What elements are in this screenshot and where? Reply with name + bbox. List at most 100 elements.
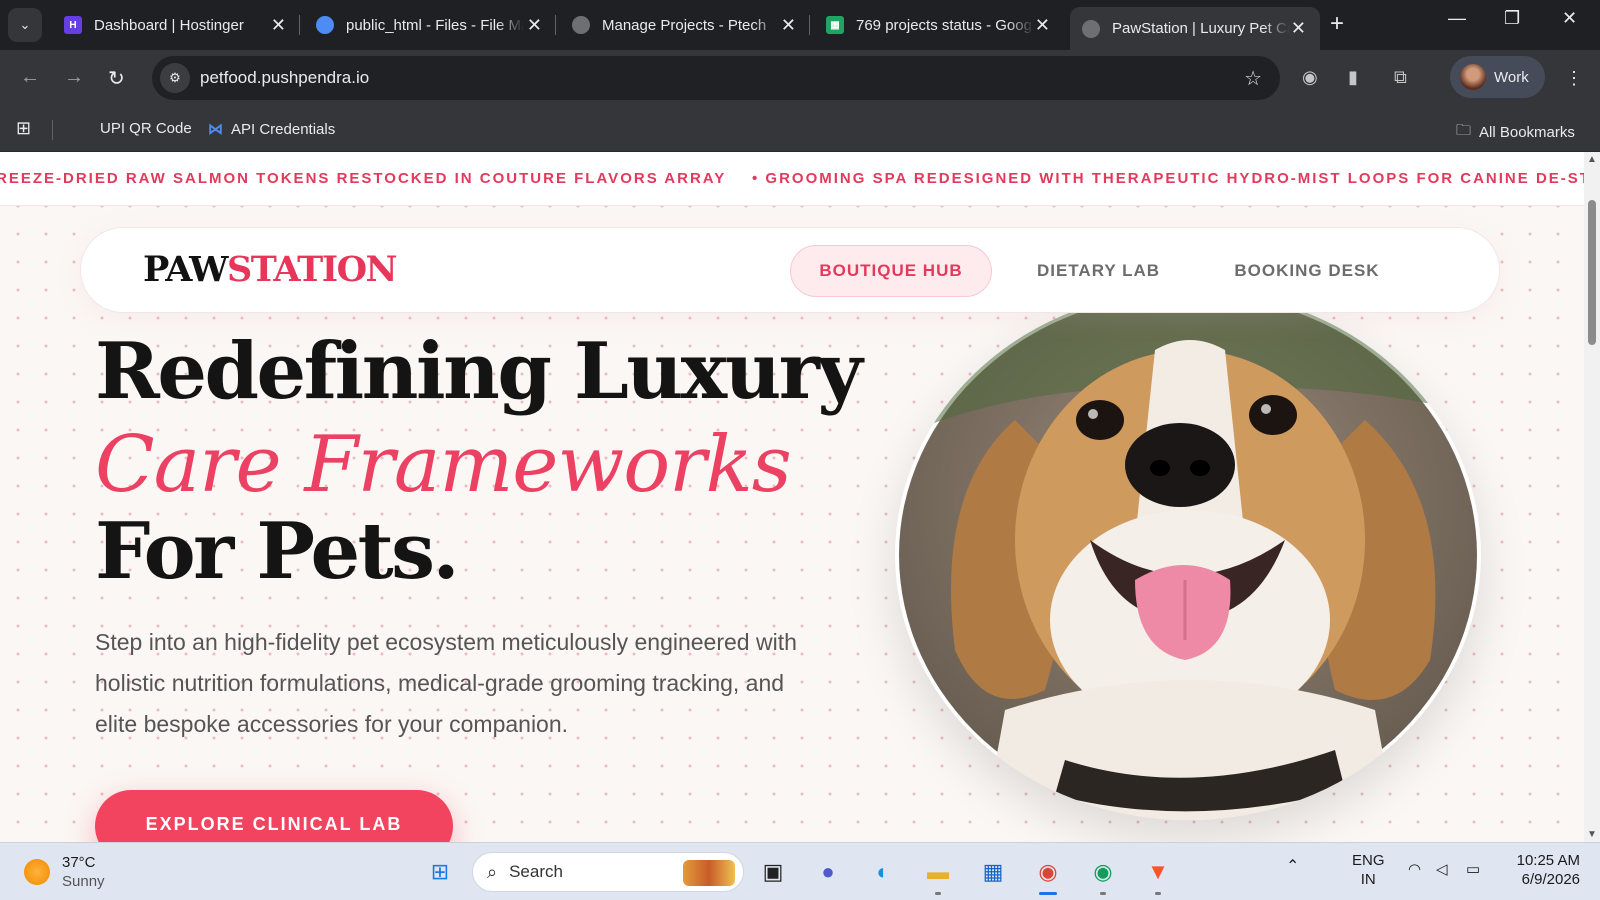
browser-toolbar: ← → ↻ ⚙ petfood.pushpendra.io ☆ ◉ ▮ ⧉ Wo… (0, 50, 1600, 108)
time-text: 10:25 AM (1516, 852, 1580, 869)
nav-dietary-lab[interactable]: DIETARY LAB (1011, 245, 1186, 297)
task-view-icon[interactable]: ▣ (756, 855, 790, 889)
close-window-icon[interactable]: ✕ (1562, 8, 1577, 29)
teams-icon[interactable]: ● (811, 855, 845, 889)
hero-description: Step into an high-fidelity pet ecosystem… (95, 629, 797, 737)
windows-taskbar: 37°C Sunny ⊞ ⌕ Search ▣ ● ◐ ▬ ▦ ◉ ◉ ▼ ⌃ … (0, 842, 1600, 900)
tab-hostinger[interactable]: H Dashboard | Hostinger ✕ (52, 8, 300, 42)
divider (52, 120, 53, 140)
news-ticker: REEZE-DRIED RAW SALMON TOKENS RESTOCKED … (0, 152, 1584, 206)
bookmark-upi-qr[interactable]: UPI QR Code (100, 120, 192, 137)
language-indicator[interactable]: ENG IN (1352, 851, 1385, 889)
api-icon: ⋈ (208, 121, 223, 138)
volume-icon[interactable]: ◁ (1436, 860, 1448, 879)
page-scrollbar[interactable]: ▲ ▼ (1584, 152, 1600, 842)
bookmark-label: UPI QR Code (100, 120, 192, 137)
logo-part-paw: PAW (143, 249, 229, 290)
tab-manage-projects[interactable]: Manage Projects - Ptech ✕ (560, 8, 810, 42)
extension-clipboard-icon[interactable]: ▮ (1348, 67, 1358, 88)
chrome-profile-icon[interactable]: ◉ (1086, 855, 1120, 895)
weather-widget[interactable]: 37°C Sunny (24, 853, 105, 891)
tab-pawstation[interactable]: PawStation | Luxury Pet Care ✕ (1070, 7, 1320, 50)
site-header: PAWSTATION BOUTIQUE HUB DIETARY LAB BOOK… (80, 227, 1500, 313)
bookmark-star-icon[interactable]: ☆ (1244, 66, 1262, 91)
wifi-icon[interactable]: ◠ (1408, 860, 1421, 879)
bookmark-label: API Credentials (231, 120, 336, 138)
hostinger-icon: H (64, 16, 82, 34)
tab-google-sheets[interactable]: ▦ 769 projects status - Google Sheets ✕ (814, 8, 1064, 42)
close-icon[interactable]: ✕ (527, 15, 542, 36)
nav-booking-desk[interactable]: BOOKING DESK (1211, 245, 1403, 297)
ticker-item: • GROOMING SPA REDESIGNED WITH THERAPEUT… (752, 170, 1584, 187)
web-page: REEZE-DRIED RAW SALMON TOKENS RESTOCKED … (0, 152, 1584, 842)
chrome-icon[interactable]: ◉ (1031, 855, 1065, 895)
taskbar-search[interactable]: ⌕ Search (472, 852, 744, 892)
hero-heading-line1: Redefining Luxury (95, 326, 863, 417)
tab-title: PawStation | Luxury Pet Care (1112, 20, 1290, 37)
tab-strip: ⌄ H Dashboard | Hostinger ✕ public_html … (0, 0, 1600, 50)
battery-icon[interactable]: ▭ (1466, 860, 1480, 879)
tab-file-manager[interactable]: public_html - Files - File Manager ✕ (304, 8, 556, 42)
clock[interactable]: 10:25 AM 6/9/2026 (1510, 851, 1580, 889)
avatar (1460, 64, 1486, 90)
nav-boutique-hub[interactable]: BOUTIQUE HUB (790, 245, 992, 297)
tab-title: 769 projects status - Google Sheets (856, 16, 1034, 34)
scroll-down-icon[interactable]: ▼ (1587, 829, 1597, 840)
scroll-up-icon[interactable]: ▲ (1587, 154, 1597, 165)
search-highlight-image (683, 860, 735, 886)
beagle-illustration (899, 293, 1477, 820)
sun-icon (24, 859, 50, 885)
apps-grid-icon[interactable]: ⊞ (16, 118, 31, 139)
extensions-puzzle-icon[interactable]: ⧉ (1394, 67, 1407, 88)
file-explorer-icon[interactable]: ▬ (921, 855, 955, 895)
tab-search-button[interactable]: ⌄ (8, 8, 42, 42)
site-info-icon[interactable]: ⚙ (160, 63, 190, 93)
weather-condition: Sunny (62, 873, 105, 890)
windows-start-icon[interactable]: ⊞ (423, 855, 457, 889)
close-icon[interactable]: ✕ (781, 15, 796, 36)
globe-blue-icon (316, 16, 334, 34)
close-icon[interactable]: ✕ (1291, 18, 1306, 39)
profile-button[interactable]: Work (1450, 56, 1545, 98)
explore-clinical-lab-button[interactable]: EXPLORE CLINICAL LAB (95, 790, 453, 842)
search-label: Search (509, 862, 563, 881)
hero-heading-line2: Care Frameworks (95, 420, 792, 510)
bookmark-api-credentials[interactable]: ⋈ API Credentials (208, 120, 336, 139)
close-icon[interactable]: ✕ (1035, 15, 1050, 36)
tab-title: Dashboard | Hostinger (94, 16, 244, 34)
hero-dog-image (895, 290, 1481, 820)
back-icon[interactable]: ← (20, 66, 40, 89)
url-text[interactable]: petfood.pushpendra.io (200, 68, 369, 88)
globe-icon (1082, 19, 1100, 38)
bookmarks-bar: ⊞ UPI QR Code ⋈ API Credentials 🗀 All Bo… (0, 108, 1600, 152)
chevron-up-icon[interactable]: ⌃ (1286, 857, 1299, 876)
date-text: 6/9/2026 (1521, 871, 1580, 888)
restore-icon[interactable]: ❐ (1504, 8, 1520, 29)
folder-icon: 🗀 (1456, 122, 1472, 139)
microsoft-store-icon[interactable]: ▦ (976, 855, 1010, 889)
more-menu-icon[interactable]: ⋮ (1565, 68, 1583, 89)
hero-heading-line3: For Pets. (95, 506, 460, 597)
reload-icon[interactable]: ↻ (108, 66, 125, 91)
scrollbar-thumb[interactable] (1588, 200, 1596, 345)
pawstation-logo[interactable]: PAWSTATION (143, 249, 398, 290)
search-icon: ⌕ (487, 861, 498, 882)
region-code: IN (1360, 871, 1376, 888)
language-code: ENG (1352, 852, 1385, 869)
all-bookmarks[interactable]: 🗀 All Bookmarks (1456, 120, 1575, 145)
minimize-icon[interactable]: — (1448, 8, 1466, 29)
edge-icon[interactable]: ◐ (866, 855, 900, 889)
ticker-item: REEZE-DRIED RAW SALMON TOKENS RESTOCKED … (0, 170, 727, 187)
logo-part-station: STATION (227, 249, 398, 290)
sheets-icon: ▦ (826, 16, 844, 34)
globe-icon (572, 16, 590, 34)
tab-title: public_html - Files - File Manager (346, 16, 524, 34)
forward-icon[interactable]: → (64, 66, 84, 89)
close-icon[interactable]: ✕ (271, 15, 286, 36)
new-tab-button[interactable]: + (1330, 10, 1344, 38)
camera-icon[interactable]: ◉ (1302, 67, 1318, 88)
profile-label: Work (1494, 68, 1529, 86)
all-bookmarks-label: All Bookmarks (1479, 124, 1575, 141)
address-bar[interactable]: ⚙ petfood.pushpendra.io ☆ (152, 56, 1280, 100)
brave-icon[interactable]: ▼ (1141, 855, 1175, 895)
